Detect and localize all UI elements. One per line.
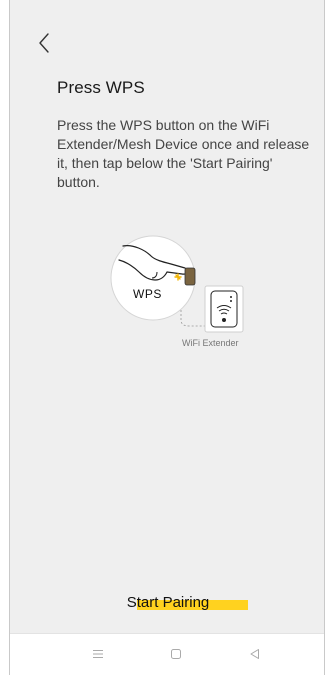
instruction-text: Press the WPS button on the WiFi Extende…: [57, 117, 310, 190]
menu-icon: [93, 650, 103, 658]
extender-label: WiFi Extender: [182, 338, 239, 348]
wps-label: WPS: [133, 287, 162, 301]
nav-back-button[interactable]: [243, 644, 267, 664]
nav-menu-button[interactable]: [86, 644, 110, 664]
start-pairing-label: Start Pairing: [126, 594, 210, 611]
wps-button-shape: [184, 267, 196, 286]
nav-home-button[interactable]: [164, 644, 188, 664]
system-nav-bar: [10, 633, 324, 675]
home-icon: [171, 649, 181, 659]
app-screen: Press WPS Press the WPS button on the Wi…: [9, 0, 325, 675]
start-pairing-button[interactable]: Start Pairing: [10, 588, 324, 622]
chevron-left-icon: [39, 33, 49, 53]
back-triangle-icon: [250, 649, 259, 659]
page-title: Press WPS: [57, 78, 145, 97]
back-button[interactable]: [32, 28, 56, 58]
